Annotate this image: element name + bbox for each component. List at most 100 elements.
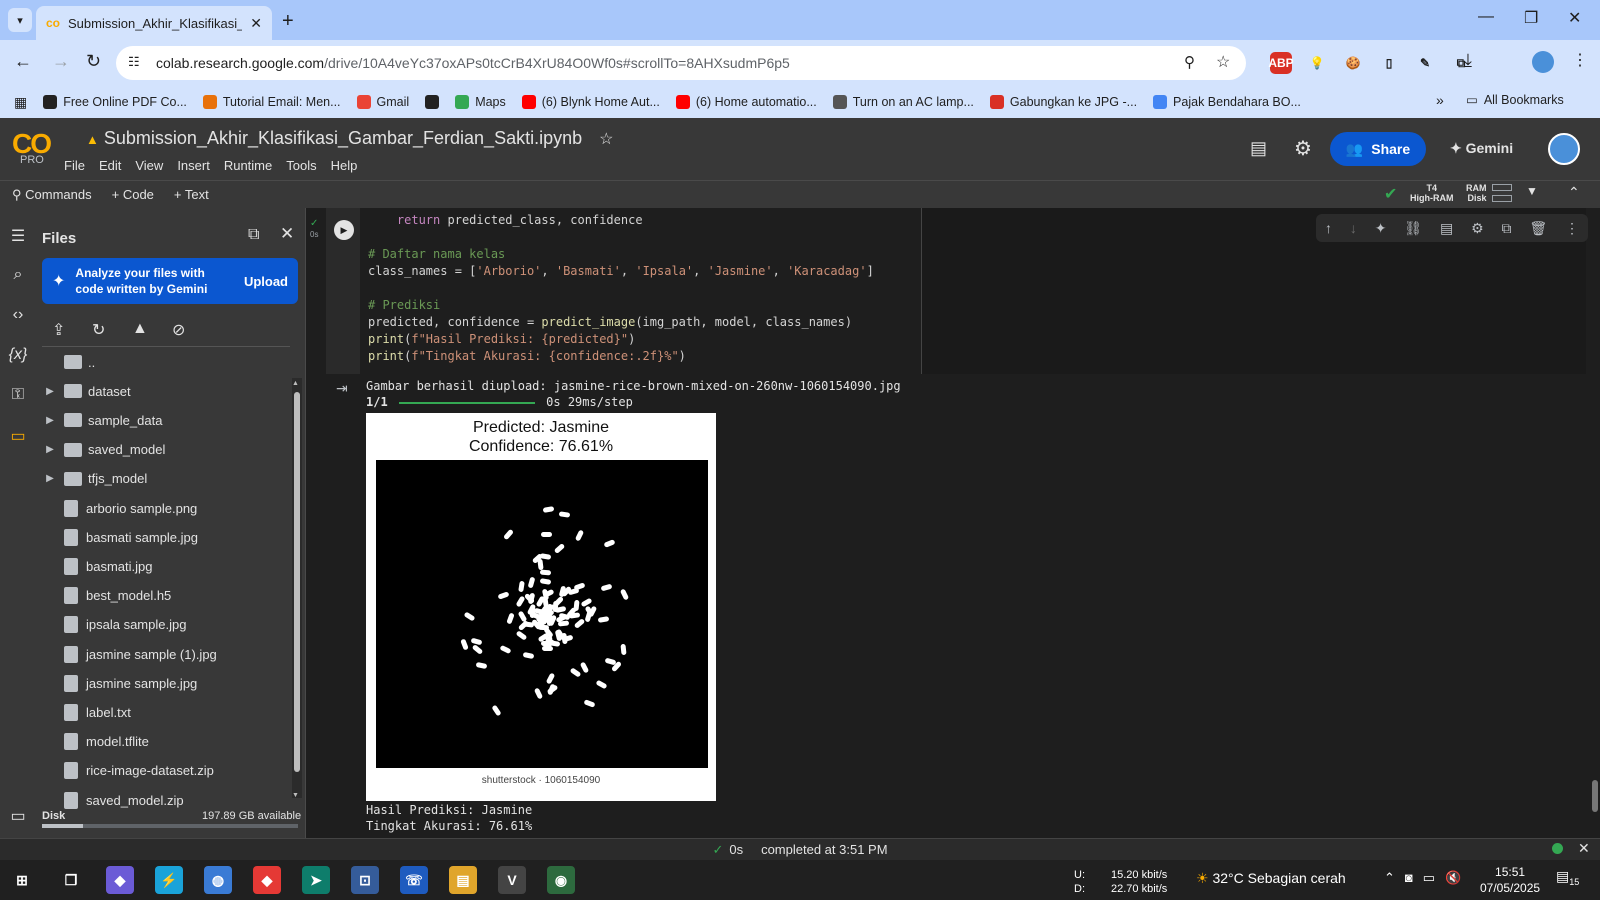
forward-button[interactable]: → <box>52 51 70 72</box>
menu-help[interactable]: Help <box>331 158 358 173</box>
profile-avatar[interactable] <box>1532 51 1554 73</box>
mount-drive-icon[interactable]: ▲ <box>132 320 148 338</box>
more-options-icon[interactable]: ⋮ <box>1565 220 1579 237</box>
camera-icon[interactable]: ◙ <box>1405 870 1413 886</box>
settings-gear-icon[interactable]: ⚙ <box>1294 136 1312 161</box>
bookmark-item[interactable]: Gabungkan ke JPG -... <box>989 95 1137 109</box>
user-avatar[interactable] <box>1548 133 1580 165</box>
code-snippets-icon[interactable]: ‹› <box>8 306 28 324</box>
menu-view[interactable]: View <box>135 158 163 173</box>
run-cell-button[interactable]: ▶ <box>334 220 354 240</box>
tray-chevron-icon[interactable]: ⌃ <box>1384 870 1395 886</box>
refresh-icon[interactable]: ↻ <box>92 320 105 340</box>
menu-runtime[interactable]: Runtime <box>224 158 272 173</box>
move-down-icon[interactable]: ↓ <box>1350 220 1357 236</box>
vnc-viewer-icon[interactable]: V <box>498 866 526 894</box>
more-bookmarks-icon[interactable]: » <box>1436 92 1444 108</box>
file-item[interactable]: label.txt <box>40 698 290 726</box>
task-view-icon[interactable]: ❐ <box>57 866 85 894</box>
network-app-icon[interactable]: ⊡ <box>351 866 379 894</box>
comment-icon[interactable]: ▤ <box>1440 220 1453 237</box>
extension-icon[interactable]: 💡 <box>1306 52 1328 74</box>
tab-search-button[interactable]: ▾ <box>8 8 32 32</box>
window-close-button[interactable]: ✕ <box>1568 8 1581 28</box>
file-item[interactable]: rice-image-dataset.zip <box>40 757 290 785</box>
commands-button[interactable]: ⚲ Commands <box>12 187 92 203</box>
close-panel-icon[interactable]: ✕ <box>280 224 294 244</box>
file-item[interactable]: model.tflite <box>40 728 290 756</box>
address-bar[interactable]: ☷ colab.research.google.com/drive/10A4ve… <box>116 46 1246 80</box>
gemini-sparkle-icon[interactable]: ✦ <box>1375 220 1387 237</box>
back-button[interactable]: ← <box>14 51 32 72</box>
output-actions-icon[interactable]: ⇥ <box>336 380 348 397</box>
notebook-title[interactable]: Submission_Akhir_Klasifikasi_Gambar_Ferd… <box>104 128 582 148</box>
extension-icon[interactable]: 🍪 <box>1342 52 1364 74</box>
folder-item[interactable]: ▶ sample_data <box>40 406 290 434</box>
bookmark-item[interactable]: Gmail <box>356 95 409 109</box>
expand-arrow-icon[interactable]: ▶ <box>40 386 60 397</box>
network-icon[interactable]: ▭ <box>1423 870 1435 886</box>
comments-icon[interactable]: ▤ <box>1250 138 1267 159</box>
file-item[interactable]: jasmine sample.jpg <box>40 669 290 697</box>
bookmark-item[interactable]: Free Online PDF Co... <box>43 95 187 109</box>
extension-icon[interactable]: ✎ <box>1414 52 1436 74</box>
bookmark-item[interactable]: (6) Blynk Home Aut... <box>521 95 660 109</box>
folder-item[interactable]: ▶ tfjs_model <box>40 465 290 493</box>
find-replace-icon[interactable]: ⌕ <box>8 266 28 284</box>
bookmark-star-icon[interactable]: ☆ <box>1216 52 1230 72</box>
chrome-icon[interactable]: ◉ <box>547 866 575 894</box>
files-folder-icon[interactable]: ▭ <box>8 426 28 446</box>
expand-arrow-icon[interactable]: ▶ <box>40 473 60 484</box>
close-tab-icon[interactable]: ✕ <box>250 15 262 32</box>
zoom-search-icon[interactable]: ⚲ <box>1184 53 1195 71</box>
folder-item[interactable]: .. <box>40 348 290 376</box>
file-item[interactable]: arborio sample.png <box>40 494 290 522</box>
close-status-icon[interactable]: ✕ <box>1578 840 1590 857</box>
notebook-scrollbar-thumb[interactable] <box>1592 780 1598 812</box>
gemini-analyze-banner[interactable]: ✦ Analyze your files with code written b… <box>42 258 298 304</box>
clock[interactable]: 15:51 07/05/2025 <box>1480 864 1540 896</box>
start-icon[interactable]: ⊞ <box>8 866 36 894</box>
runtime-dropdown-icon[interactable]: ▼ <box>1526 184 1538 198</box>
add-text-button[interactable]: + Text <box>174 187 209 202</box>
open-in-tab-icon[interactable]: ⧉ <box>248 226 259 244</box>
arrow-app-icon[interactable]: ➤ <box>302 866 330 894</box>
apps-grid-icon[interactable]: ▦ <box>14 94 27 111</box>
extension-icon[interactable]: ABP <box>1268 52 1294 74</box>
terminal-icon[interactable]: ▭ <box>8 806 28 826</box>
bookmark-item[interactable]: Pajak Bendahara BO... <box>1153 95 1301 109</box>
runtime-info[interactable]: T4 High-RAM <box>1410 183 1454 203</box>
code-editor[interactable]: return predicted_class, confidence # Daft… <box>360 208 922 374</box>
gemini-button[interactable]: ✦ Gemini <box>1450 140 1513 157</box>
add-code-button[interactable]: + Code <box>112 187 154 202</box>
site-info-icon[interactable]: ☷ <box>128 54 140 70</box>
delete-icon[interactable]: 🗑 <box>1529 220 1547 237</box>
chrome-menu-icon[interactable]: ⋮ <box>1572 50 1588 70</box>
collapse-header-icon[interactable]: ⌃ <box>1568 184 1580 201</box>
scroll-down-icon[interactable]: ▼ <box>292 792 299 799</box>
copilot-icon[interactable]: ◆ <box>106 866 134 894</box>
file-item[interactable]: basmati sample.jpg <box>40 523 290 551</box>
file-item[interactable]: jasmine sample (1).jpg <box>40 640 290 668</box>
new-tab-button[interactable]: + <box>282 10 294 33</box>
file-explorer-icon[interactable]: ▤ <box>449 866 477 894</box>
bookmark-item[interactable]: Tutorial Email: Men... <box>202 95 341 109</box>
minimize-button[interactable]: — <box>1478 8 1494 26</box>
menu-tools[interactable]: Tools <box>286 158 316 173</box>
link-icon[interactable]: ⛓ <box>1404 220 1422 237</box>
bookmark-item[interactable] <box>425 95 440 109</box>
menu-edit[interactable]: Edit <box>99 158 121 173</box>
volume-muted-icon[interactable]: 🔇 <box>1445 870 1461 886</box>
star-icon[interactable]: ☆ <box>599 131 613 148</box>
expand-arrow-icon[interactable]: ▶ <box>40 444 60 455</box>
phone-app-icon[interactable]: ☏ <box>400 866 428 894</box>
upload-file-icon[interactable]: ⇪ <box>52 320 65 340</box>
power-icon[interactable]: ⚡ <box>155 866 183 894</box>
secrets-key-icon[interactable]: ⚿ <box>8 386 28 404</box>
cell-settings-icon[interactable]: ⚙ <box>1471 220 1484 237</box>
app-globe-icon[interactable]: ◍ <box>204 866 232 894</box>
notifications-icon[interactable]: ▤15 <box>1556 868 1579 887</box>
bookmark-item[interactable]: (6) Home automatio... <box>675 95 817 109</box>
weather-widget[interactable]: ☀ 32°C Sebagian cerah <box>1196 870 1346 887</box>
menu-insert[interactable]: Insert <box>177 158 210 173</box>
